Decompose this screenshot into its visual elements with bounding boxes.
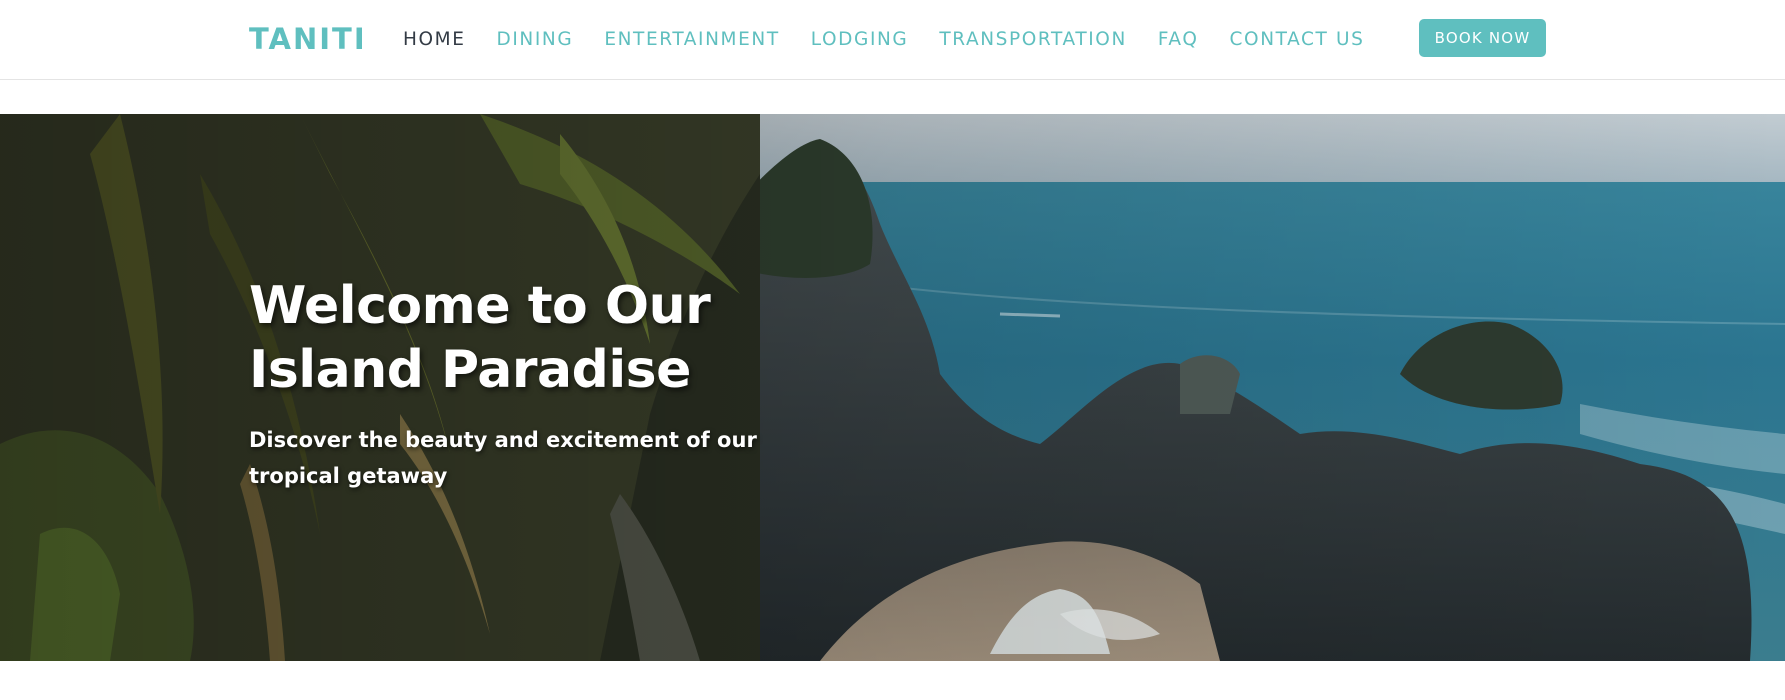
nav-link-lodging[interactable]: LODGING xyxy=(811,29,909,50)
nav-link-contact-us[interactable]: CONTACT US xyxy=(1230,29,1365,50)
main-nav: HOME DINING ENTERTAINMENT LODGING TRANSP… xyxy=(403,0,1395,78)
nav-item-faq: FAQ xyxy=(1158,29,1230,50)
hero-subtitle: Discover the beauty and excitement of ou… xyxy=(249,428,757,488)
nav-link-entertainment[interactable]: ENTERTAINMENT xyxy=(604,29,779,50)
nav-item-entertainment: ENTERTAINMENT xyxy=(604,29,810,50)
book-now-button[interactable]: BOOK NOW xyxy=(1419,19,1546,57)
hero-content: Welcome to Our Island Paradise Discover … xyxy=(249,274,889,494)
nav-item-lodging: LODGING xyxy=(811,29,940,50)
nav-link-dining[interactable]: DINING xyxy=(497,29,574,50)
brand-logo[interactable]: TANITI xyxy=(249,22,367,56)
top-navbar: TANITI HOME DINING ENTERTAINMENT LODGING… xyxy=(0,0,1785,80)
nav-link-faq[interactable]: FAQ xyxy=(1158,29,1199,50)
nav-item-transportation: TRANSPORTATION xyxy=(939,29,1158,50)
nav-link-transportation[interactable]: TRANSPORTATION xyxy=(939,29,1127,50)
nav-item-contact-us: CONTACT US xyxy=(1230,29,1396,50)
hero-title: Welcome to Our Island Paradise xyxy=(249,276,711,400)
nav-item-dining: DINING xyxy=(497,29,605,50)
nav-link-home[interactable]: HOME xyxy=(403,29,466,50)
hero-banner: Welcome to Our Island Paradise Discover … xyxy=(0,114,1785,661)
nav-item-home: HOME xyxy=(403,29,497,50)
